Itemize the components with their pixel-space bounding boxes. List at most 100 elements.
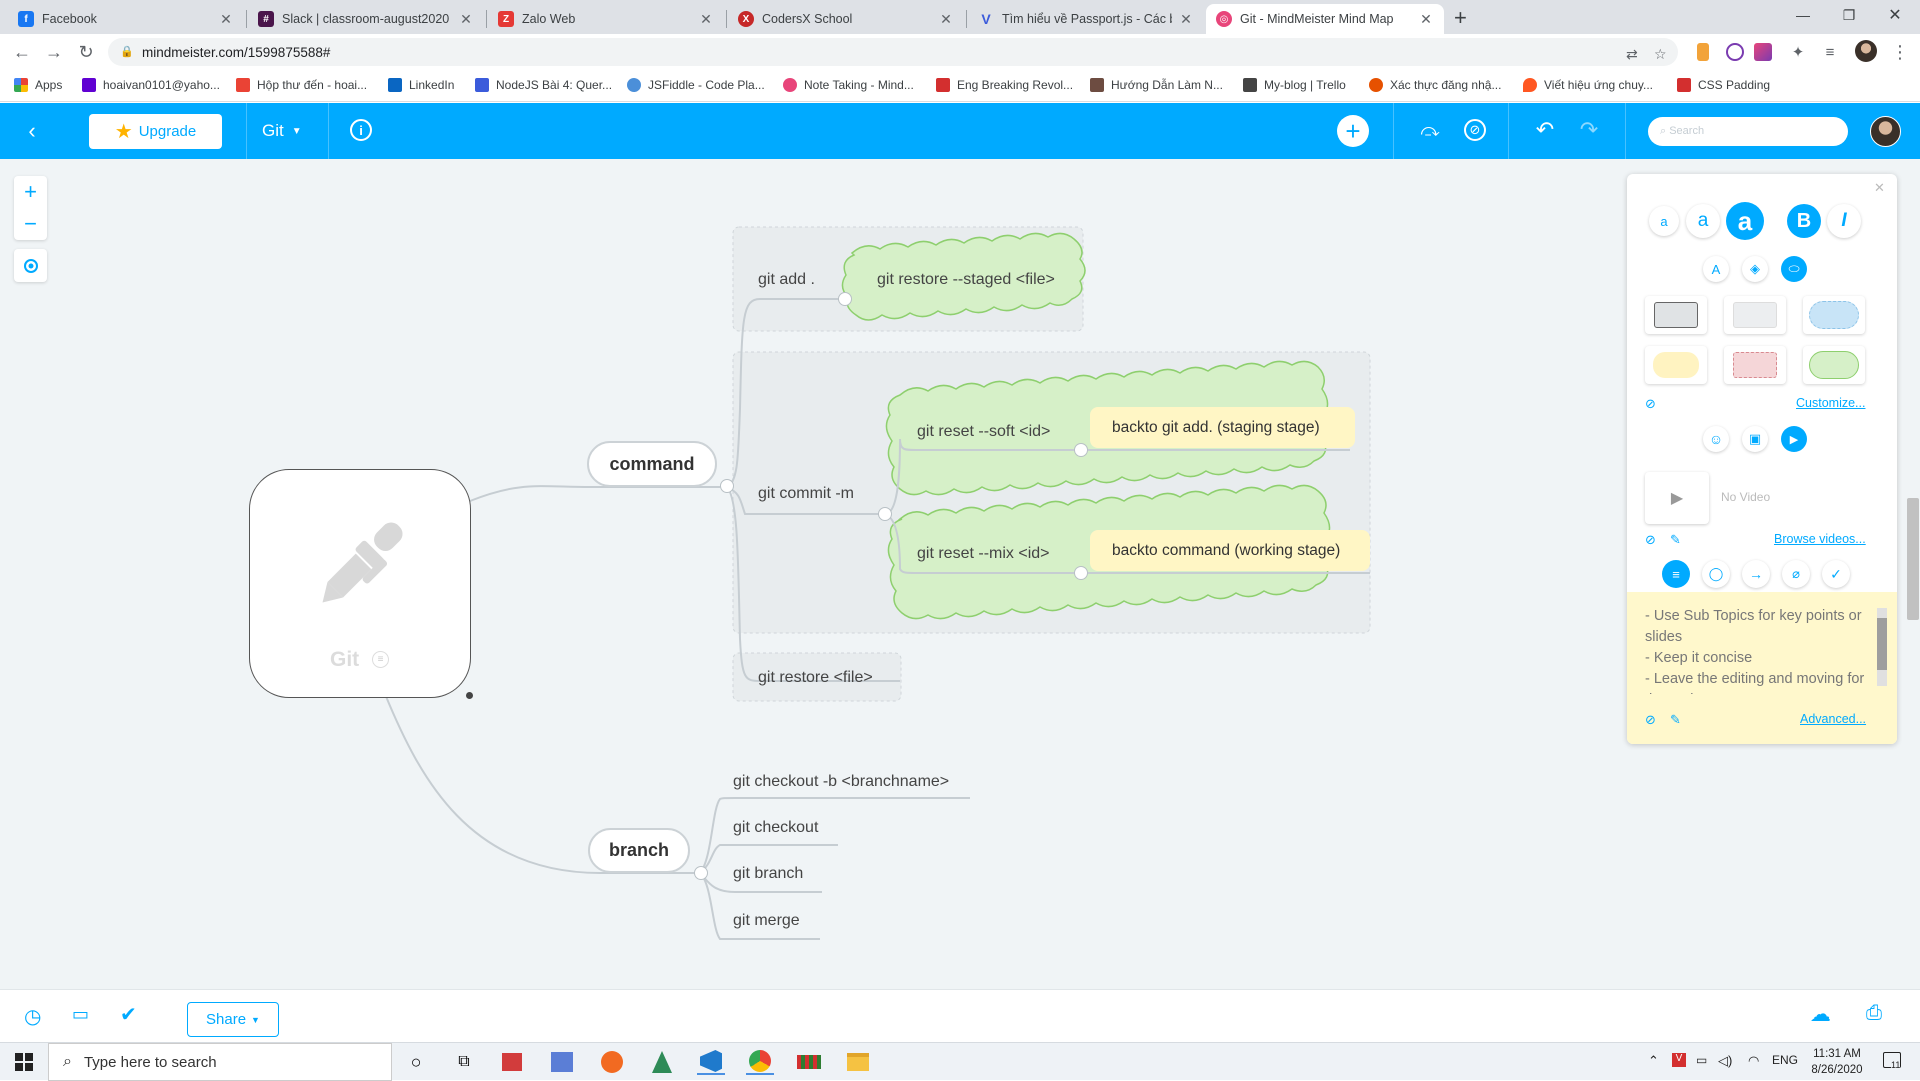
close-tab-icon[interactable]: ✕: [698, 11, 714, 28]
browser-tab-zalo[interactable]: Z Zalo Web ✕: [488, 4, 724, 34]
topic-git-checkout-b[interactable]: git checkout -b <branchname>: [733, 773, 949, 791]
topic-backto-git-add[interactable]: backto git add. (staging stage): [1090, 407, 1355, 448]
share-button[interactable]: Share ▼: [187, 1002, 279, 1037]
topic-backto-command[interactable]: backto command (working stage): [1090, 530, 1370, 571]
add-topic-button[interactable]: +: [1337, 115, 1369, 147]
resize-handle[interactable]: [466, 692, 473, 699]
battery-icon[interactable]: ▭: [1696, 1053, 1707, 1067]
taskbar-app-icon[interactable]: [551, 1052, 573, 1072]
style-swatch-green-cloud[interactable]: [1803, 346, 1865, 384]
bookmark-css-padding[interactable]: CSS Padding: [1677, 78, 1770, 92]
notes-tab-icon[interactable]: ≡: [1662, 560, 1690, 588]
bookmark-apps[interactable]: Apps: [14, 78, 62, 92]
browse-videos-link[interactable]: Browse videos...: [1774, 532, 1866, 546]
reading-list-icon[interactable]: ≡: [1818, 40, 1842, 64]
browser-tab-passport[interactable]: V Tìm hiểu về Passport.js - Các bướ ✕: [968, 4, 1204, 34]
extensions-puzzle-icon[interactable]: ✦: [1786, 40, 1810, 64]
font-size-large-button[interactable]: a: [1726, 202, 1764, 240]
language-indicator[interactable]: ENG: [1772, 1053, 1798, 1067]
style-gallery-icon[interactable]: ◈: [1742, 256, 1768, 282]
topic-git-reset-soft[interactable]: git reset --soft <id>: [917, 423, 1050, 441]
collapse-toggle[interactable]: [720, 479, 734, 493]
topic-git-reset-mix[interactable]: git reset --mix <id>: [917, 545, 1049, 563]
comments-tab-icon[interactable]: ◯: [1702, 560, 1730, 588]
notes-magic-icon[interactable]: ✎: [1670, 712, 1681, 728]
no-style-icon[interactable]: ⊘: [1464, 119, 1486, 141]
minimize-button[interactable]: —: [1780, 0, 1826, 30]
style-swatch-light-rect[interactable]: [1724, 296, 1786, 334]
bookmark-yahoo[interactable]: hoaivan0101@yaho...: [82, 78, 220, 92]
close-tab-icon[interactable]: ✕: [1418, 11, 1434, 28]
bookmark-huong-dan[interactable]: Hướng Dẫn Làm N...: [1090, 78, 1223, 92]
video-icon[interactable]: ▶: [1781, 426, 1807, 452]
back-chevron-icon[interactable]: ‹: [18, 117, 46, 145]
clear-notes-icon[interactable]: ⊘: [1645, 712, 1656, 728]
postman-icon[interactable]: [601, 1051, 623, 1073]
extension-icon[interactable]: [1697, 43, 1709, 61]
windows-search-box[interactable]: ⌕ Type here to search: [48, 1043, 392, 1081]
bookmark-eng-breaking[interactable]: Eng Breaking Revol...: [936, 78, 1073, 92]
topic-git-restore-file[interactable]: git restore <file>: [758, 669, 873, 687]
map-title-dropdown[interactable]: Git ▼: [262, 117, 302, 145]
clock[interactable]: 11:31 AM 8/26/2020: [1809, 1046, 1865, 1078]
collapse-toggle[interactable]: [1074, 443, 1088, 457]
back-button[interactable]: ←: [10, 40, 34, 64]
notes-editor[interactable]: - Use Sub Topics for key points or slide…: [1627, 592, 1897, 744]
bookmark-xac-thuc[interactable]: Xác thực đăng nhậ...: [1369, 78, 1501, 92]
tray-chevron-icon[interactable]: ⌃: [1648, 1053, 1659, 1069]
bookmark-nodejs[interactable]: NodeJS Bài 4: Quer...: [475, 78, 612, 92]
font-size-small-button[interactable]: a: [1649, 206, 1679, 236]
redo-icon[interactable]: ↷: [1576, 117, 1602, 143]
chrome-menu-icon[interactable]: ⋮: [1888, 40, 1912, 64]
topic-git-branch[interactable]: git branch: [733, 865, 803, 883]
extension-icon[interactable]: [1726, 43, 1744, 61]
emoji-icon[interactable]: ☺: [1703, 426, 1729, 452]
vscode-icon[interactable]: [700, 1050, 722, 1072]
tasks-check-icon[interactable]: ✔: [120, 1002, 137, 1027]
presentation-icon[interactable]: ▭: [72, 1004, 89, 1025]
history-icon[interactable]: ◷: [24, 1004, 41, 1029]
bookmark-jsfiddle[interactable]: JSFiddle - Code Pla...: [627, 78, 765, 92]
undo-icon[interactable]: ↶: [1532, 117, 1558, 143]
image-icon[interactable]: ▣: [1742, 426, 1768, 452]
style-swatch-yellow[interactable]: [1645, 346, 1707, 384]
restore-button[interactable]: ❐: [1826, 0, 1872, 30]
upgrade-button[interactable]: ★ Upgrade: [89, 114, 222, 149]
topic-git-checkout[interactable]: git checkout: [733, 819, 818, 837]
task-view-icon[interactable]: ⧉: [450, 1049, 478, 1075]
print-icon[interactable]: ⎙: [1866, 1002, 1882, 1025]
windows-start-icon[interactable]: [10, 1049, 38, 1075]
style-swatch-blue-cloud[interactable]: [1803, 296, 1865, 334]
topic-git-merge[interactable]: git merge: [733, 912, 800, 930]
bookmark-linkedin[interactable]: LinkedIn: [388, 78, 454, 92]
connect-icon[interactable]: ⤼: [1417, 117, 1443, 143]
topic-branch[interactable]: branch: [588, 828, 690, 873]
chrome-icon[interactable]: [749, 1050, 771, 1072]
new-tab-button[interactable]: +: [1454, 5, 1467, 31]
taskbar-app-icon[interactable]: [502, 1053, 522, 1071]
bookmark-viet-hieu-ung[interactable]: Viết hiệu ứng chuy...: [1523, 78, 1653, 92]
extension-icon[interactable]: [1754, 43, 1772, 61]
close-tab-icon[interactable]: ✕: [1178, 11, 1194, 28]
video-placeholder[interactable]: ▶: [1645, 472, 1709, 524]
root-topic[interactable]: Git ≡: [249, 469, 473, 699]
remove-video-icon[interactable]: ⊘: [1645, 532, 1656, 548]
collapse-toggle[interactable]: [694, 866, 708, 880]
forward-button[interactable]: →: [42, 40, 66, 64]
link-tab-icon[interactable]: →: [1742, 560, 1770, 588]
browser-tab-codersx[interactable]: X CodersX School ✕: [728, 4, 964, 34]
reload-button[interactable]: ↻: [74, 40, 98, 64]
cloud-download-icon[interactable]: ☁: [1810, 1002, 1831, 1027]
advanced-link[interactable]: Advanced...: [1800, 712, 1866, 726]
font-size-medium-button[interactable]: a: [1686, 204, 1720, 238]
customize-link[interactable]: Customize...: [1796, 396, 1865, 410]
close-tab-icon[interactable]: ✕: [458, 11, 474, 28]
taskbar-app-icon[interactable]: [652, 1051, 672, 1073]
close-window-button[interactable]: ✕: [1872, 0, 1918, 30]
collapse-toggle[interactable]: [1074, 566, 1088, 580]
browser-tab-mindmeister[interactable]: ◎ Git - MindMeister Mind Map ✕: [1206, 4, 1444, 34]
search-input[interactable]: ⌕ Search: [1648, 117, 1848, 146]
translate-icon[interactable]: ⇄: [1626, 46, 1638, 63]
text-color-icon[interactable]: A: [1703, 256, 1729, 282]
notes-scrollbar[interactable]: [1877, 608, 1887, 686]
